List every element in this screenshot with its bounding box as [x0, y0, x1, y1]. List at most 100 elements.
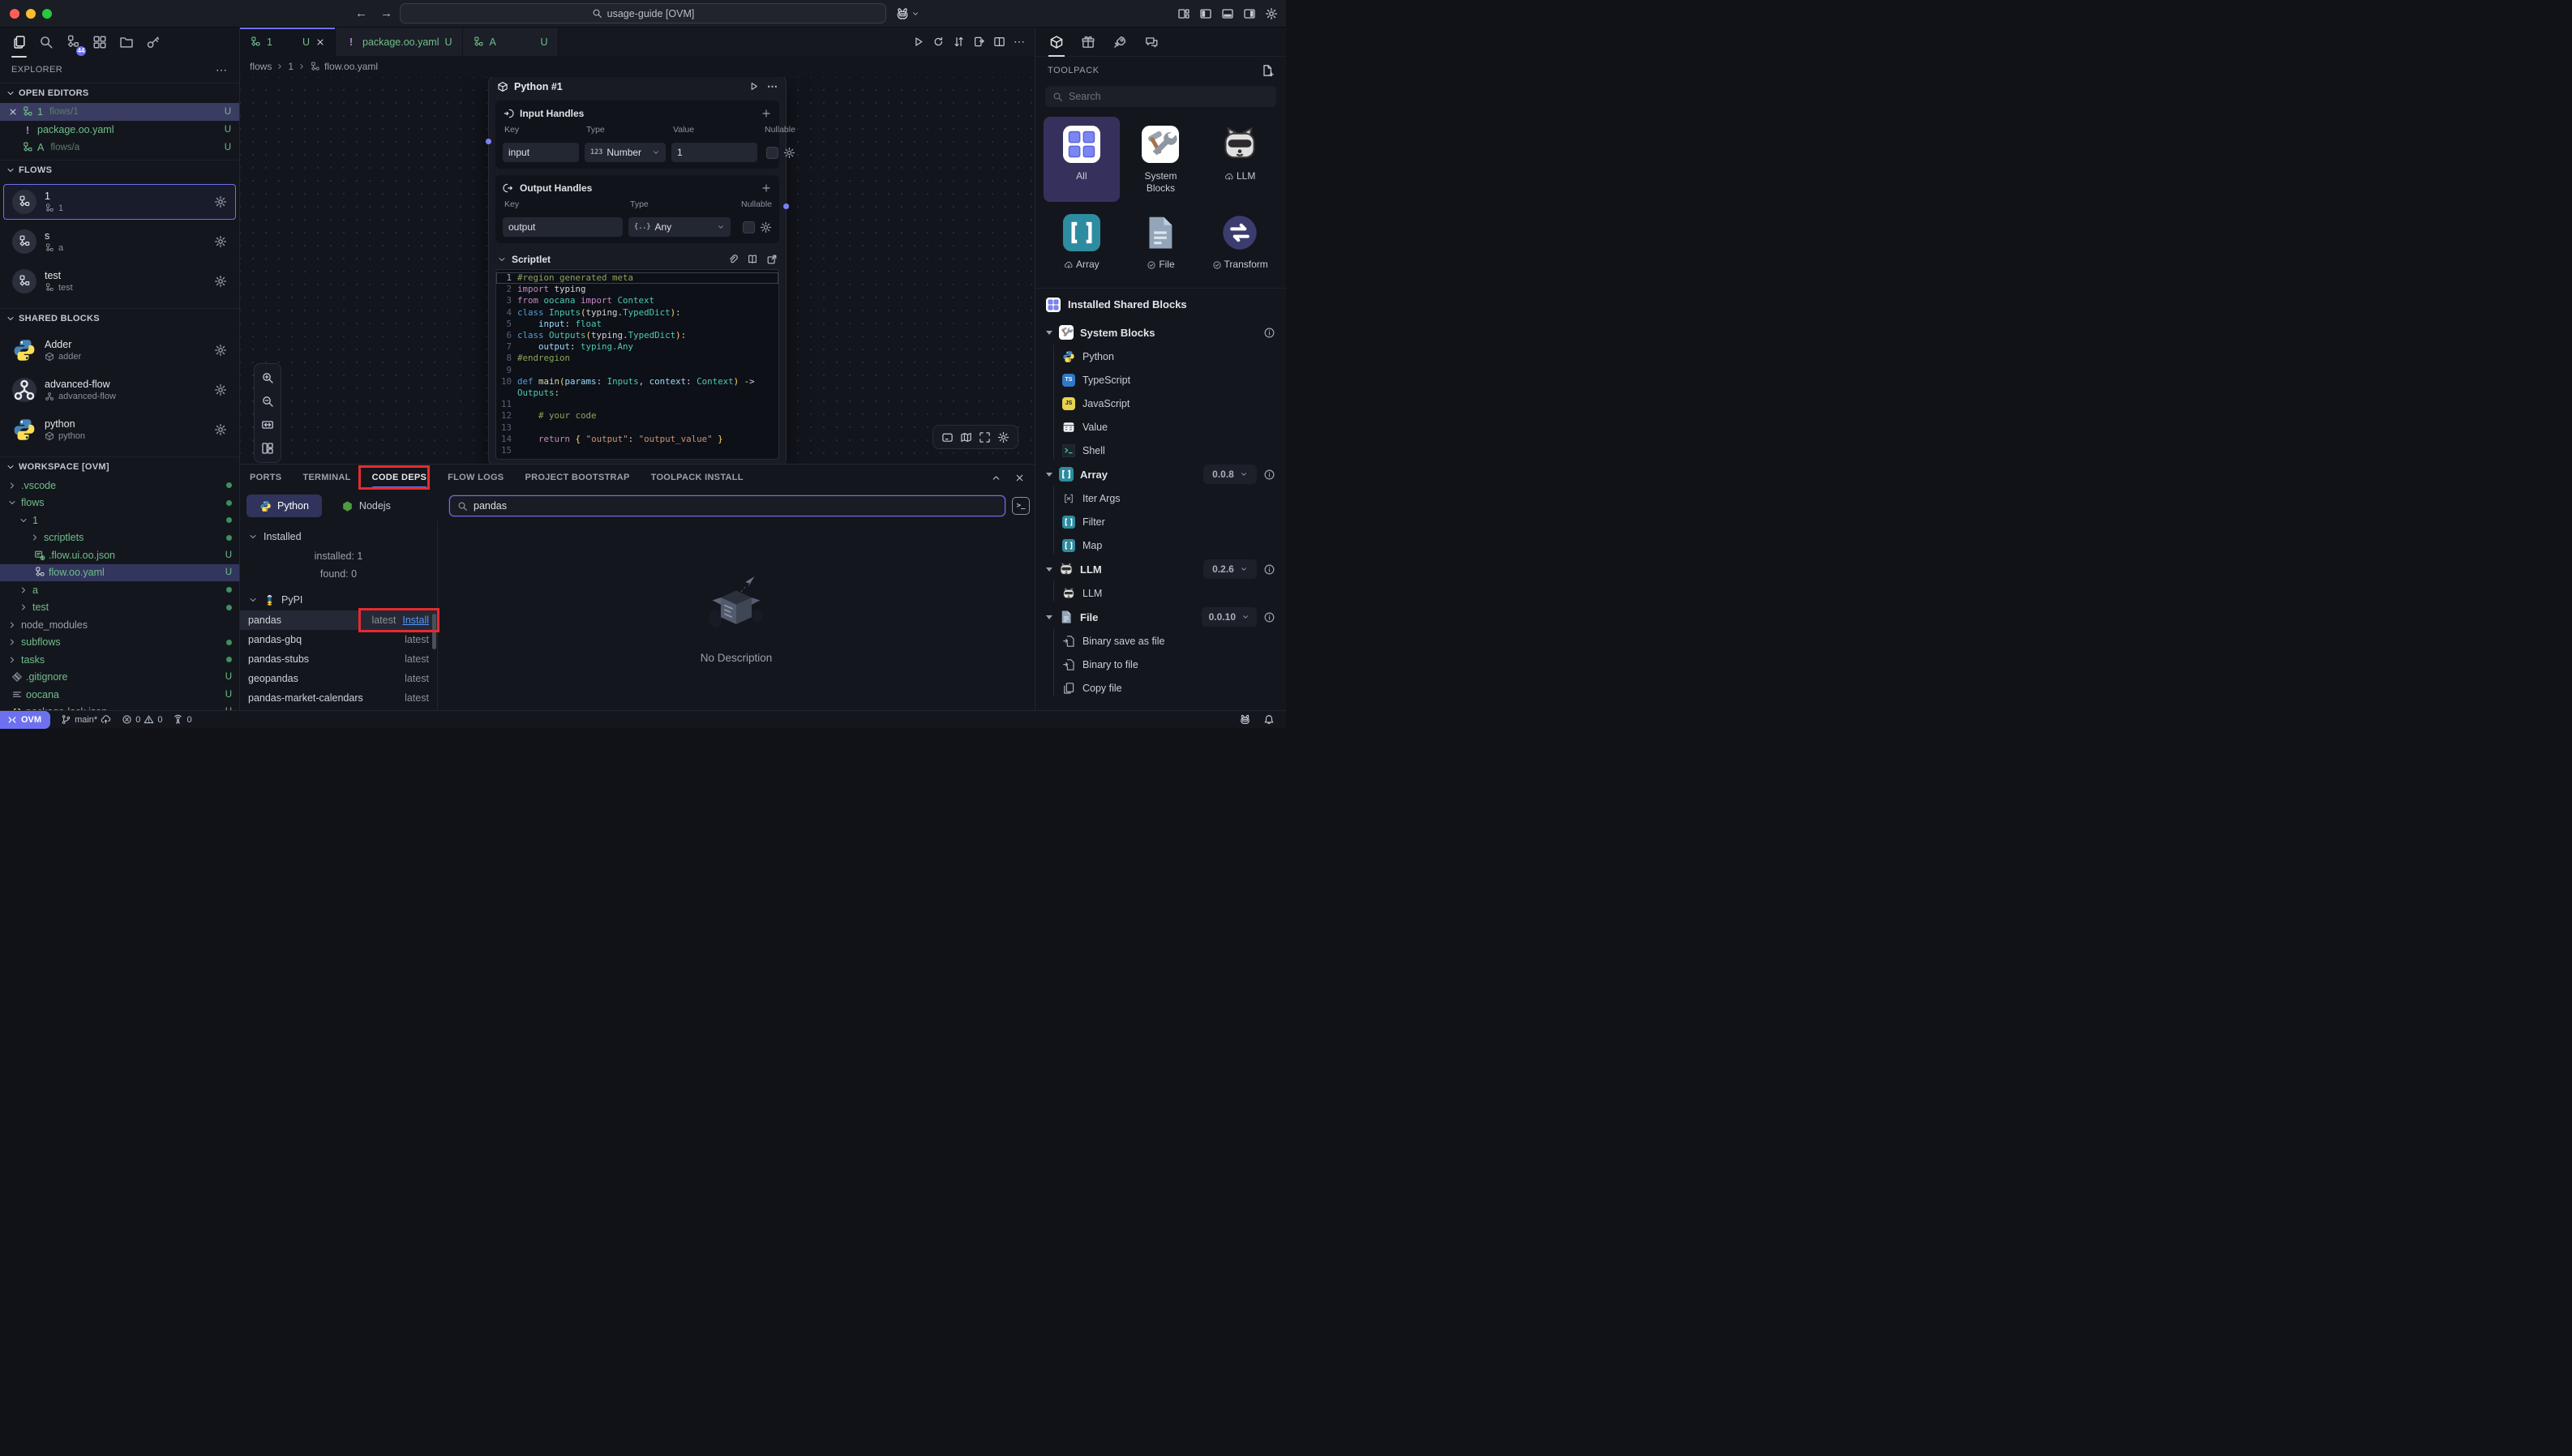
node-header[interactable]: Python #1 ⋯	[495, 77, 779, 96]
notifications-bell-icon[interactable]	[1263, 714, 1275, 726]
open-external-icon[interactable]	[766, 254, 778, 265]
shared-block-card[interactable]: python python	[3, 412, 236, 448]
rerun-button[interactable]	[932, 36, 945, 48]
panel-tab[interactable]: FLOW LOGS	[448, 465, 504, 490]
git-branch-item[interactable]: main*	[61, 714, 111, 725]
category-card[interactable]: Array	[1044, 205, 1120, 278]
info-icon[interactable]	[1263, 327, 1275, 339]
info-icon[interactable]	[1263, 469, 1275, 481]
new-toolpack-button[interactable]	[1261, 64, 1274, 77]
flow-settings-gear[interactable]	[214, 275, 227, 288]
info-icon[interactable]	[1263, 611, 1275, 623]
console-button[interactable]	[941, 431, 954, 443]
workspace-section-header[interactable]: WORKSPACE [OVM]	[0, 456, 239, 477]
open-editors-header[interactable]: OPEN EDITORS	[0, 83, 239, 103]
fullscreen-button[interactable]	[979, 431, 991, 443]
block-settings-gear[interactable]	[214, 423, 227, 436]
flows-section-header[interactable]: FLOWS	[0, 160, 239, 180]
category-card[interactable]: System Blocks	[1123, 117, 1199, 202]
tree-item[interactable]: tasks	[0, 651, 239, 669]
terminal-mode-button[interactable]: >_	[1012, 497, 1030, 515]
auto-layout-button[interactable]	[261, 442, 274, 455]
flow-card[interactable]: s a	[3, 224, 236, 259]
block-settings-gear[interactable]	[214, 383, 227, 396]
scrollbar-thumb[interactable]	[432, 614, 436, 649]
tree-item[interactable]: .vscode	[0, 477, 239, 495]
block-item[interactable]: Value	[1035, 415, 1286, 439]
toolpack-tab-icon[interactable]	[1048, 33, 1065, 51]
input-key-field[interactable]: input	[503, 143, 579, 162]
package-search-input[interactable]: pandas	[449, 495, 1005, 516]
remote-indicator[interactable]: OVM	[0, 711, 50, 729]
panel-tab[interactable]: PORTS	[250, 465, 281, 490]
explorer-activity-icon[interactable]	[9, 32, 29, 53]
version-select[interactable]: 0.0.8	[1203, 465, 1257, 484]
export-button[interactable]	[973, 36, 985, 48]
python-toggle[interactable]: Python	[246, 495, 322, 517]
tree-item[interactable]: oocana U	[0, 686, 239, 704]
version-select[interactable]: 0.2.6	[1203, 559, 1257, 579]
add-input-button[interactable]	[761, 108, 772, 119]
group-header-row[interactable]: System Blocks	[1035, 320, 1286, 345]
category-card[interactable]: Transform	[1202, 205, 1278, 278]
search-activity-icon[interactable]	[36, 32, 56, 53]
install-link[interactable]: Install	[402, 615, 429, 626]
shared-block-card[interactable]: Adder adder	[3, 332, 236, 368]
collapse-triangle-icon[interactable]	[1046, 473, 1052, 477]
explorer-more-button[interactable]: ⋯	[216, 63, 228, 77]
editor-tab[interactable]: A U	[463, 28, 559, 56]
tree-item[interactable]: flows	[0, 495, 239, 512]
block-item[interactable]: Copy file	[1035, 676, 1286, 700]
editor-tab[interactable]: ! package.oo.yaml U	[336, 28, 463, 56]
output-settings-gear[interactable]	[760, 221, 772, 233]
run-node-button[interactable]	[748, 81, 759, 92]
toolpack-search-input[interactable]: Search	[1045, 86, 1276, 107]
ports-item[interactable]: 0	[173, 714, 191, 725]
breadcrumb-item[interactable]: 1	[288, 61, 294, 72]
package-row[interactable]: pandas-market-calendars latest	[240, 688, 437, 708]
block-item[interactable]: Python	[1035, 345, 1286, 368]
group-header-row[interactable]: File 0.0.10	[1035, 605, 1286, 629]
keys-activity-icon[interactable]	[143, 32, 163, 53]
package-row[interactable]: pandas-stubs latest	[240, 649, 437, 669]
package-row[interactable]: pandas-gbq latest	[240, 630, 437, 649]
minimap-button[interactable]	[960, 431, 972, 443]
command-center-search[interactable]: usage-guide [OVM]	[400, 3, 886, 24]
editor-tab[interactable]: 1 U	[240, 28, 336, 56]
tree-item[interactable]: .flow.ui.oo.json U	[0, 546, 239, 564]
block-item[interactable]: TS TypeScript	[1035, 368, 1286, 392]
output-handle-dot[interactable]	[782, 203, 790, 210]
category-card[interactable]: File	[1123, 205, 1199, 278]
tree-item[interactable]: subflows	[0, 634, 239, 652]
input-handle-dot[interactable]	[485, 138, 492, 145]
tree-item[interactable]: scriptlets	[0, 529, 239, 547]
block-item[interactable]: LLM	[1035, 581, 1286, 605]
node-more-button[interactable]: ⋯	[767, 80, 778, 93]
tree-item[interactable]: .gitignore U	[0, 669, 239, 687]
rocket-tab-icon[interactable]	[1111, 33, 1129, 51]
split-editor-button[interactable]	[993, 36, 1005, 48]
info-icon[interactable]	[1263, 563, 1275, 576]
gift-tab-icon[interactable]	[1079, 33, 1097, 51]
nullable-checkbox[interactable]	[743, 221, 755, 233]
maximize-panel-icon[interactable]	[991, 473, 1001, 483]
nodejs-toggle[interactable]: Nodejs	[328, 495, 404, 517]
feedback-tab-icon[interactable]	[1142, 33, 1160, 51]
problems-item[interactable]: 0 0	[122, 714, 162, 725]
package-row[interactable]: geopandas latest	[240, 669, 437, 688]
pypi-section-header[interactable]: PyPI	[240, 589, 437, 610]
toggle-right-sidebar-button[interactable]	[1243, 7, 1256, 20]
block-item[interactable]: Filter	[1035, 510, 1286, 533]
collapse-triangle-icon[interactable]	[1046, 567, 1052, 572]
panel-tab[interactable]: TOOLPACK INSTALL	[651, 465, 744, 490]
tree-item[interactable]: test	[0, 599, 239, 617]
block-item[interactable]: Map	[1035, 533, 1286, 557]
tree-item[interactable]: {} package-lock.json U	[0, 704, 239, 711]
flow-canvas[interactable]: Python #1 ⋯ Input Handles	[240, 77, 1035, 464]
add-output-button[interactable]	[761, 182, 772, 194]
input-value-field[interactable]: 1	[671, 143, 757, 162]
flow-settings-gear[interactable]	[214, 235, 227, 248]
input-settings-gear[interactable]	[783, 147, 795, 159]
zoom-out-button[interactable]	[261, 395, 274, 408]
minimize-window-button[interactable]	[26, 9, 36, 19]
